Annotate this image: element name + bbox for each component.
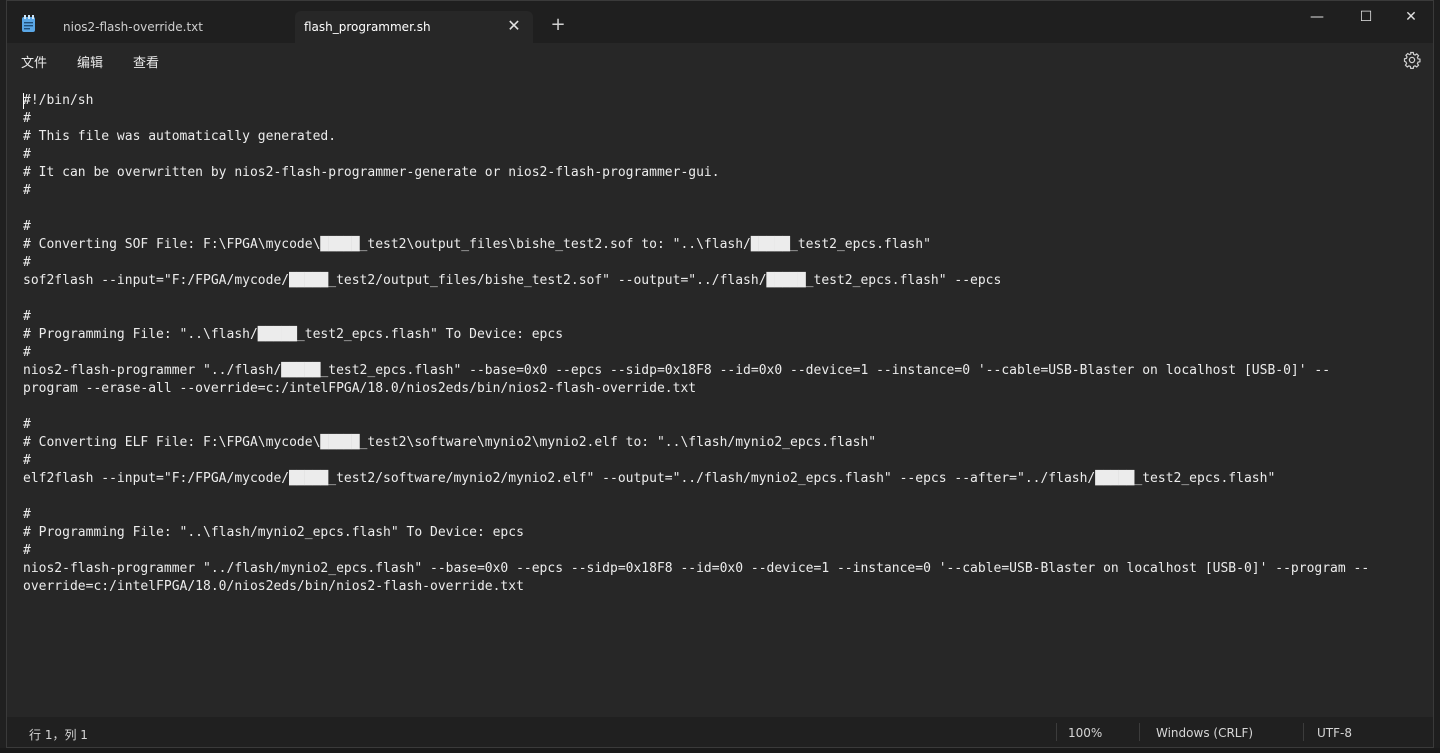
notepad-icon	[22, 15, 35, 32]
close-window-button[interactable]: ✕	[1391, 5, 1431, 29]
status-divider	[1303, 723, 1304, 741]
code-line: #	[23, 507, 31, 522]
code-line: #	[23, 111, 31, 126]
code-line: #	[23, 309, 31, 324]
code-line: #	[23, 147, 31, 162]
status-divider	[1139, 723, 1140, 741]
code-line: nios2-flash-programmer "../flash/█████_t…	[23, 363, 1331, 378]
menu-bar: 文件 编辑 查看	[7, 43, 1433, 77]
code-line: elf2flash --input="F:/FPGA/mycode/█████_…	[23, 471, 1276, 486]
close-tab-icon[interactable]: ✕	[505, 17, 523, 35]
code-line: # Converting SOF File: F:\FPGA\mycode\██…	[23, 237, 931, 252]
code-line: # This file was automatically generated.	[23, 129, 337, 144]
tab-label: nios2-flash-override.txt	[63, 20, 203, 34]
tab-label: flash_programmer.sh	[304, 20, 431, 34]
code-line: nios2-flash-programmer "../flash/mynio2_…	[23, 561, 1370, 576]
text-caret	[23, 93, 24, 109]
editor-content[interactable]: #!/bin/sh # # This file was automatically …	[23, 92, 1369, 596]
desktop-background	[0, 748, 1440, 753]
menu-file[interactable]: 文件	[21, 52, 47, 71]
code-line: override=c:/intelFPGA/18.0/nios2eds/bin/…	[23, 579, 524, 594]
code-line: #	[23, 417, 31, 432]
code-line: # Converting ELF File: F:\FPGA\mycode\██…	[23, 435, 877, 450]
menu-edit[interactable]: 编辑	[77, 52, 103, 71]
minimize-button[interactable]: —	[1297, 5, 1337, 29]
gear-icon[interactable]	[1403, 51, 1421, 69]
code-line: #	[23, 345, 31, 360]
code-line: #	[23, 183, 31, 198]
code-line: sof2flash --input="F:/FPGA/mycode/█████_…	[23, 273, 1002, 288]
code-line: #	[23, 543, 31, 558]
code-line: #	[23, 255, 31, 270]
code-line: # It can be overwritten by nios2-flash-p…	[23, 165, 720, 180]
tab-flash-programmer[interactable]: flash_programmer.sh ✕	[295, 11, 533, 43]
notepad-window: nios2-flash-override.txt flash_programme…	[6, 0, 1434, 748]
menu-view[interactable]: 查看	[133, 52, 159, 71]
status-divider	[1056, 723, 1057, 741]
maximize-button[interactable]: ☐	[1346, 5, 1386, 29]
code-line: #!/bin/sh	[23, 93, 94, 108]
zoom-level[interactable]: 100%	[1068, 726, 1102, 740]
title-bar: nios2-flash-override.txt flash_programme…	[7, 1, 1433, 43]
code-line: #	[23, 453, 31, 468]
tab-nios2-flash-override[interactable]: nios2-flash-override.txt	[53, 11, 295, 43]
code-line: #	[23, 219, 31, 234]
code-line: program --erase-all --override=c:/intelF…	[23, 381, 697, 396]
text-editor[interactable]: #!/bin/sh # # This file was automatically …	[7, 77, 1433, 717]
line-ending[interactable]: Windows (CRLF)	[1156, 726, 1253, 740]
code-line: # Programming File: "..\flash/mynio2_epc…	[23, 525, 524, 540]
new-tab-button[interactable]: +	[549, 16, 567, 34]
encoding[interactable]: UTF-8	[1317, 726, 1352, 740]
cursor-position: 行 1，列 1	[29, 728, 88, 742]
status-bar: 行 1，列 1 100% Windows (CRLF) UTF-8	[7, 717, 1433, 747]
code-line: # Programming File: "..\flash/█████_test…	[23, 327, 564, 342]
